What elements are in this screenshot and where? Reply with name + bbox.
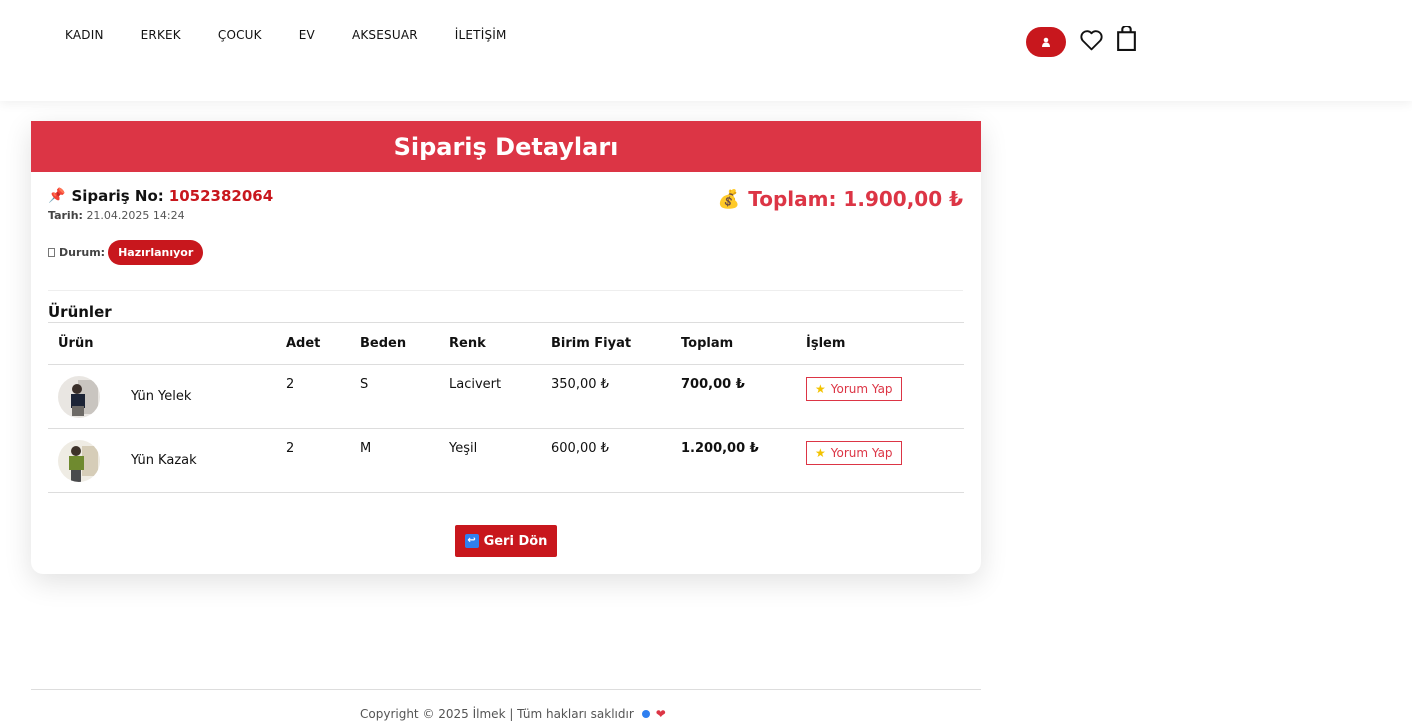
page-title: Sipariş Detayları [31, 121, 981, 172]
product-unit-price: 350,00 ₺ [541, 364, 671, 429]
shopping-bag-icon[interactable] [1116, 26, 1137, 51]
order-number-label: Sipariş No: [71, 187, 164, 205]
col-header-beden: Beden [350, 322, 439, 365]
col-header-toplam: Toplam [671, 322, 796, 365]
product-qty: 2 [276, 364, 350, 429]
order-total-text: Toplam: 1.900,00 ₺ [748, 187, 963, 211]
review-button[interactable]: ★ Yorum Yap [806, 441, 902, 465]
product-action: ★ Yorum Yap [796, 428, 964, 493]
product-size: S [350, 364, 439, 429]
col-header-birim-fiyat: Birim Fiyat [541, 322, 671, 365]
main-nav: KADIN ERKEK ÇOCUK EV AKSESUAR İLETİŞİM [65, 28, 544, 42]
products-heading: Ürünler [48, 303, 112, 321]
pin-icon: 📌 [48, 188, 66, 204]
order-total: 💰 Toplam: 1.900,00 ₺ [718, 187, 963, 211]
nav-item-kadin[interactable]: KADIN [65, 28, 104, 42]
order-status-label: Durum: [59, 246, 106, 259]
nav-item-iletisim[interactable]: İLETİŞİM [455, 28, 507, 42]
order-number-value: 1052382064 [168, 187, 274, 205]
product-thumbnail [58, 375, 100, 418]
product-total: 1.200,00 ₺ [671, 428, 796, 493]
product-cell: Yün Kazak [48, 428, 276, 493]
product-thumbnail [58, 439, 100, 482]
product-color: Yeşil [439, 428, 541, 493]
heart-icon[interactable] [1079, 28, 1104, 52]
product-name: Yün Yelek [131, 389, 192, 404]
heart-emoji-icon: ❤ [655, 707, 666, 721]
table-row: Yün Yelek 2 S Lacivert 350,00 ₺ 700,00 ₺… [48, 364, 964, 429]
col-header-urun: Ürün [48, 322, 276, 365]
order-date: Tarih: 21.04.2025 14:24 [48, 209, 185, 222]
divider [48, 290, 963, 291]
star-icon: ★ [815, 446, 826, 460]
footer-divider [31, 689, 981, 690]
order-number: 📌 Sipariş No: 1052382064 [48, 187, 273, 205]
col-header-renk: Renk [439, 322, 541, 365]
top-bar: KADIN ERKEK ÇOCUK EV AKSESUAR İLETİŞİM [0, 0, 1412, 101]
nav-item-aksesuar[interactable]: AKSESUAR [352, 28, 418, 42]
status-box-icon [48, 248, 55, 257]
user-icon [1042, 37, 1050, 47]
product-total: 700,00 ₺ [671, 364, 796, 429]
status-badge: Hazırlanıyor [108, 240, 204, 265]
order-details-card: Sipariş Detayları 📌 Sipariş No: 10523820… [31, 121, 981, 574]
back-button[interactable]: ↩ Geri Dön [455, 525, 557, 557]
nav-item-ev[interactable]: EV [299, 28, 315, 42]
product-size: M [350, 428, 439, 493]
back-button-label: Geri Dön [483, 533, 548, 549]
order-date-value: 21.04.2025 14:24 [86, 209, 185, 222]
money-bag-icon: 💰 [717, 188, 741, 210]
review-button[interactable]: ★ Yorum Yap [806, 377, 902, 401]
products-table: Ürün Adet Beden Renk Birim Fiyat Toplam … [48, 322, 964, 493]
return-icon: ↩ [464, 534, 479, 548]
product-action: ★ Yorum Yap [796, 364, 964, 429]
table-row: Yün Kazak 2 M Yeşil 600,00 ₺ 1.200,00 ₺ … [48, 428, 964, 493]
product-qty: 2 [276, 428, 350, 493]
copyright-text: Copyright © 2025 İlmek | Tüm hakları sak… [360, 707, 634, 721]
review-button-label: Yorum Yap [830, 446, 893, 460]
footer: Copyright © 2025 İlmek | Tüm hakları sak… [360, 707, 666, 721]
col-header-adet: Adet [276, 322, 350, 365]
product-color: Lacivert [439, 364, 541, 429]
nav-item-cocuk[interactable]: ÇOCUK [218, 28, 262, 42]
order-status: Durum: Hazırlanıyor [48, 240, 204, 265]
col-header-islem: İşlem [796, 322, 964, 365]
review-button-label: Yorum Yap [830, 382, 893, 396]
nav-item-erkek[interactable]: ERKEK [141, 28, 181, 42]
order-date-label: Tarih: [48, 209, 83, 222]
star-icon: ★ [815, 382, 826, 396]
product-unit-price: 600,00 ₺ [541, 428, 671, 493]
yarn-ball-icon [641, 710, 650, 718]
account-button[interactable] [1026, 27, 1066, 57]
product-cell: Yün Yelek [48, 364, 276, 429]
product-name: Yün Kazak [131, 453, 197, 468]
table-header-row: Ürün Adet Beden Renk Birim Fiyat Toplam … [48, 322, 964, 365]
